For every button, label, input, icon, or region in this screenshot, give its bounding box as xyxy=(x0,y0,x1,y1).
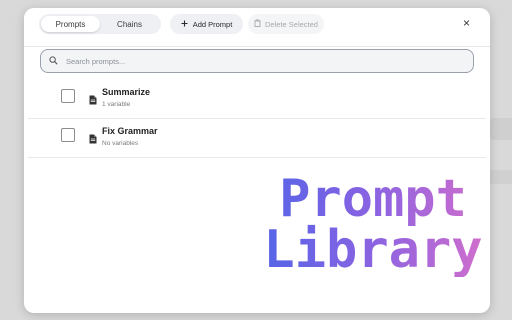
add-prompt-button[interactable]: Add Prompt xyxy=(170,14,243,34)
delete-selected-label: Delete Selected xyxy=(265,19,318,29)
search-bar xyxy=(40,49,474,73)
promo-line-2: Library xyxy=(238,223,490,277)
prompt-title: Summarize xyxy=(102,87,151,97)
tab-prompts[interactable]: Prompts xyxy=(41,16,100,32)
list-item[interactable]: Fix Grammar No variables xyxy=(28,119,486,158)
delete-selected-button[interactable]: Delete Selected xyxy=(248,14,324,34)
tab-chains[interactable]: Chains xyxy=(100,16,159,32)
select-checkbox[interactable] xyxy=(61,128,75,142)
search-icon xyxy=(49,52,58,70)
document-icon xyxy=(89,131,97,149)
promo-line-1: Prompt xyxy=(238,172,490,226)
promo-overlay-title: Prompt Library xyxy=(238,172,490,277)
list-item[interactable]: Summarize 1 variable xyxy=(28,80,486,119)
document-icon xyxy=(89,92,97,110)
prompt-variable-count: No variables xyxy=(102,140,139,147)
search-input[interactable] xyxy=(64,55,448,67)
tab-group: Prompts Chains xyxy=(39,14,161,34)
add-prompt-label: Add Prompt xyxy=(192,19,233,29)
background-panel-edge xyxy=(490,170,512,184)
prompt-library-dialog: Prompts Chains Add Prompt Delete Selecte… xyxy=(24,8,490,313)
plus-icon xyxy=(181,20,188,29)
close-icon[interactable]: × xyxy=(463,16,470,30)
background-panel-edge xyxy=(490,118,512,140)
prompt-variable-count: 1 variable xyxy=(102,101,131,108)
dialog-header: Prompts Chains Add Prompt Delete Selecte… xyxy=(24,8,490,40)
header-divider xyxy=(24,46,490,47)
trash-icon xyxy=(254,19,261,29)
prompt-title: Fix Grammar xyxy=(102,126,158,136)
prompt-list: Summarize 1 variable Fix Grammar No vari… xyxy=(24,80,490,158)
select-checkbox[interactable] xyxy=(61,89,75,103)
